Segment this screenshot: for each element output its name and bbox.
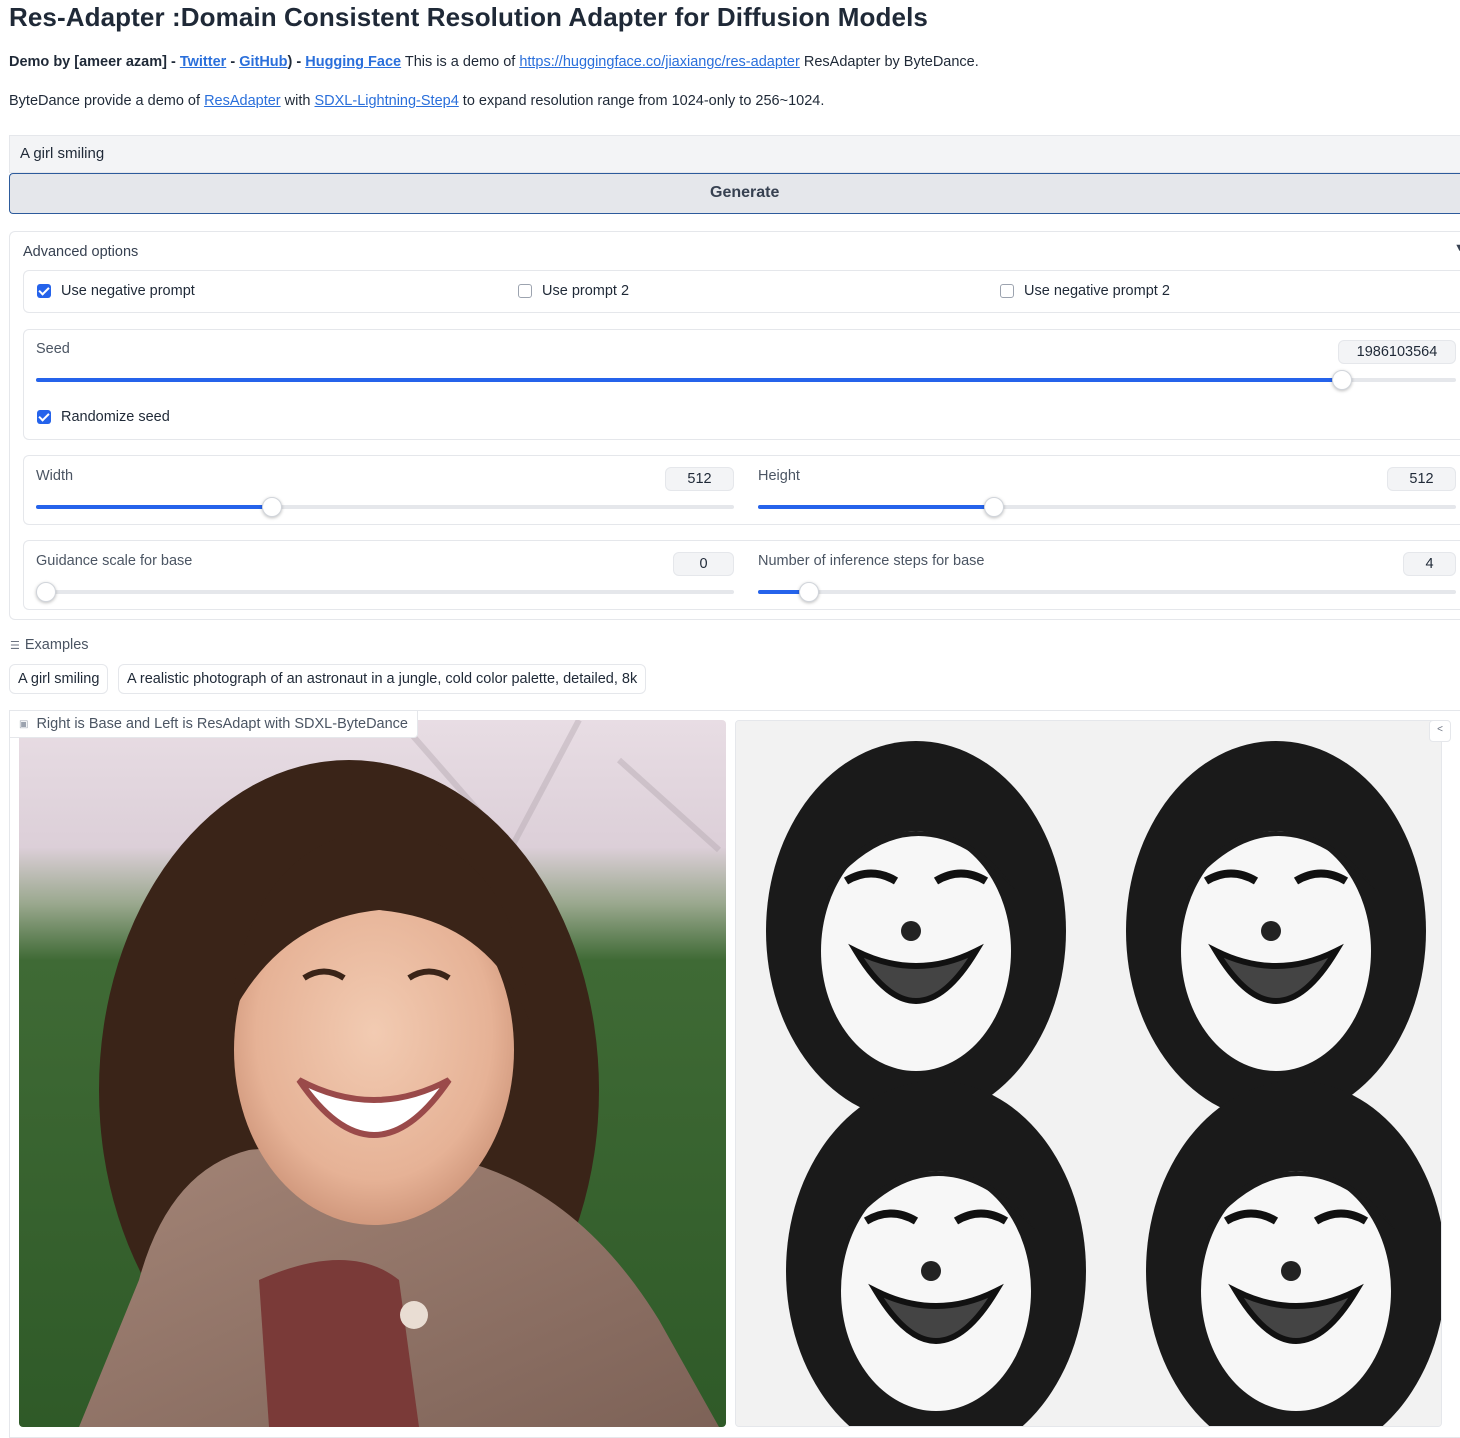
seed-slider-fill: [36, 378, 1342, 382]
separator: -: [226, 54, 240, 70]
dimensions-panel: Width 512 Height 512: [23, 455, 1460, 525]
huggingface-link[interactable]: Hugging Face: [305, 54, 401, 70]
list-icon: ☰: [10, 639, 20, 652]
checkbox-label: Randomize seed: [61, 409, 170, 425]
checkbox-unchecked-icon[interactable]: [518, 284, 532, 298]
generated-image-base[interactable]: [735, 720, 1442, 1427]
intro-line: Demo by [ameer azam] - Twitter - GitHub)…: [9, 54, 979, 70]
intro-text: ByteDance provide a demo of: [9, 93, 205, 109]
sdxl-lightning-link[interactable]: SDXL-Lightning-Step4: [314, 93, 458, 109]
checkbox-checked-icon[interactable]: [37, 284, 51, 298]
gallery-label: ▣ Right is Base and Left is ResAdapt wit…: [10, 711, 419, 738]
prompt-field[interactable]: [9, 135, 1460, 173]
guidance-scale-slider-handle[interactable]: [36, 582, 56, 602]
gallery-label-text: Right is Base and Left is ResAdapt with …: [36, 716, 409, 732]
checkbox-unchecked-icon[interactable]: [1000, 284, 1014, 298]
height-slider-fill: [758, 505, 995, 509]
example-button[interactable]: A realistic photograph of an astronaut i…: [118, 664, 647, 694]
use-prompt-2-checkbox[interactable]: Use prompt 2: [518, 283, 629, 299]
use-negative-prompt-checkbox[interactable]: Use negative prompt: [37, 283, 195, 299]
author-credit: Demo by [ameer azam] -: [9, 54, 180, 70]
prompt-input[interactable]: [20, 145, 920, 162]
guidance-scale-label: Guidance scale for base: [36, 553, 193, 569]
chevron-down-icon[interactable]: ▼: [1454, 242, 1460, 254]
prompt-options-panel: Use negative prompt Use prompt 2 Use neg…: [23, 270, 1460, 313]
width-number-input[interactable]: 512: [665, 467, 734, 491]
repo-link[interactable]: https://huggingface.co/jiaxiangc/res-ada…: [519, 54, 800, 70]
separator: ) -: [287, 54, 306, 70]
randomize-seed-checkbox[interactable]: Randomize seed: [37, 409, 170, 425]
height-slider-handle[interactable]: [984, 497, 1005, 517]
width-slider[interactable]: [36, 497, 734, 517]
inference-steps-slider[interactable]: [758, 582, 1456, 602]
seed-slider[interactable]: [36, 370, 1456, 390]
share-icon[interactable]: <: [1429, 720, 1451, 742]
seed-slider-handle[interactable]: [1331, 370, 1352, 390]
advanced-options-header[interactable]: Advanced options: [23, 244, 138, 260]
image-icon: ▣: [19, 718, 29, 730]
example-button[interactable]: A girl smiling: [9, 664, 109, 694]
checkbox-label: Use negative prompt 2: [1024, 283, 1170, 299]
intro-text: ResAdapter by ByteDance.: [799, 54, 979, 70]
height-label: Height: [758, 468, 800, 484]
inference-steps-slider-handle[interactable]: [799, 582, 820, 602]
advanced-options-accordion: Advanced options ▼ Use negative prompt U…: [9, 231, 1460, 620]
seed-number-input[interactable]: 1986103564: [1338, 340, 1456, 364]
image-gallery: ▣ Right is Base and Left is ResAdapt wit…: [9, 710, 1460, 1438]
resadapter-link[interactable]: ResAdapter: [204, 93, 281, 109]
photo-girl-smiling: [19, 720, 726, 1427]
twitter-link[interactable]: Twitter: [180, 54, 226, 70]
width-label: Width: [36, 468, 74, 484]
intro-text: with: [280, 93, 315, 109]
examples-title: Examples: [24, 637, 89, 653]
generated-image-resadapter[interactable]: [19, 720, 726, 1427]
height-slider[interactable]: [758, 497, 1456, 517]
guidance-scale-slider[interactable]: [36, 582, 734, 602]
use-negative-prompt-2-checkbox[interactable]: Use negative prompt 2: [1000, 283, 1170, 299]
sampling-panel: Guidance scale for base 0 Number of infe…: [23, 540, 1460, 610]
height-number-input[interactable]: 512: [1387, 467, 1456, 491]
inference-steps-number-input[interactable]: 4: [1403, 552, 1456, 576]
intro-text: to expand resolution range from 1024-onl…: [458, 93, 825, 109]
width-slider-handle[interactable]: [262, 497, 283, 517]
width-slider-fill: [36, 505, 273, 509]
intro-text: This is a demo of: [401, 54, 520, 70]
checkbox-label: Use prompt 2: [542, 283, 630, 299]
page-title: Res-Adapter :Domain Consistent Resolutio…: [9, 2, 928, 32]
checkbox-checked-icon[interactable]: [37, 410, 51, 424]
generate-button[interactable]: Generate: [9, 173, 1460, 214]
examples-header: ☰ Examples: [10, 637, 89, 653]
seed-panel: Seed 1986103564 Randomize seed: [23, 329, 1460, 440]
github-link[interactable]: GitHub: [239, 54, 287, 70]
generate-label: Generate: [710, 184, 780, 201]
intro-line-2: ByteDance provide a demo of ResAdapter w…: [9, 93, 824, 109]
guidance-scale-number-input[interactable]: 0: [673, 552, 734, 576]
illustration-girls-grid: [736, 721, 1441, 1426]
inference-steps-label: Number of inference steps for base: [758, 553, 985, 569]
seed-label: Seed: [36, 341, 70, 357]
checkbox-label: Use negative prompt: [61, 283, 195, 299]
